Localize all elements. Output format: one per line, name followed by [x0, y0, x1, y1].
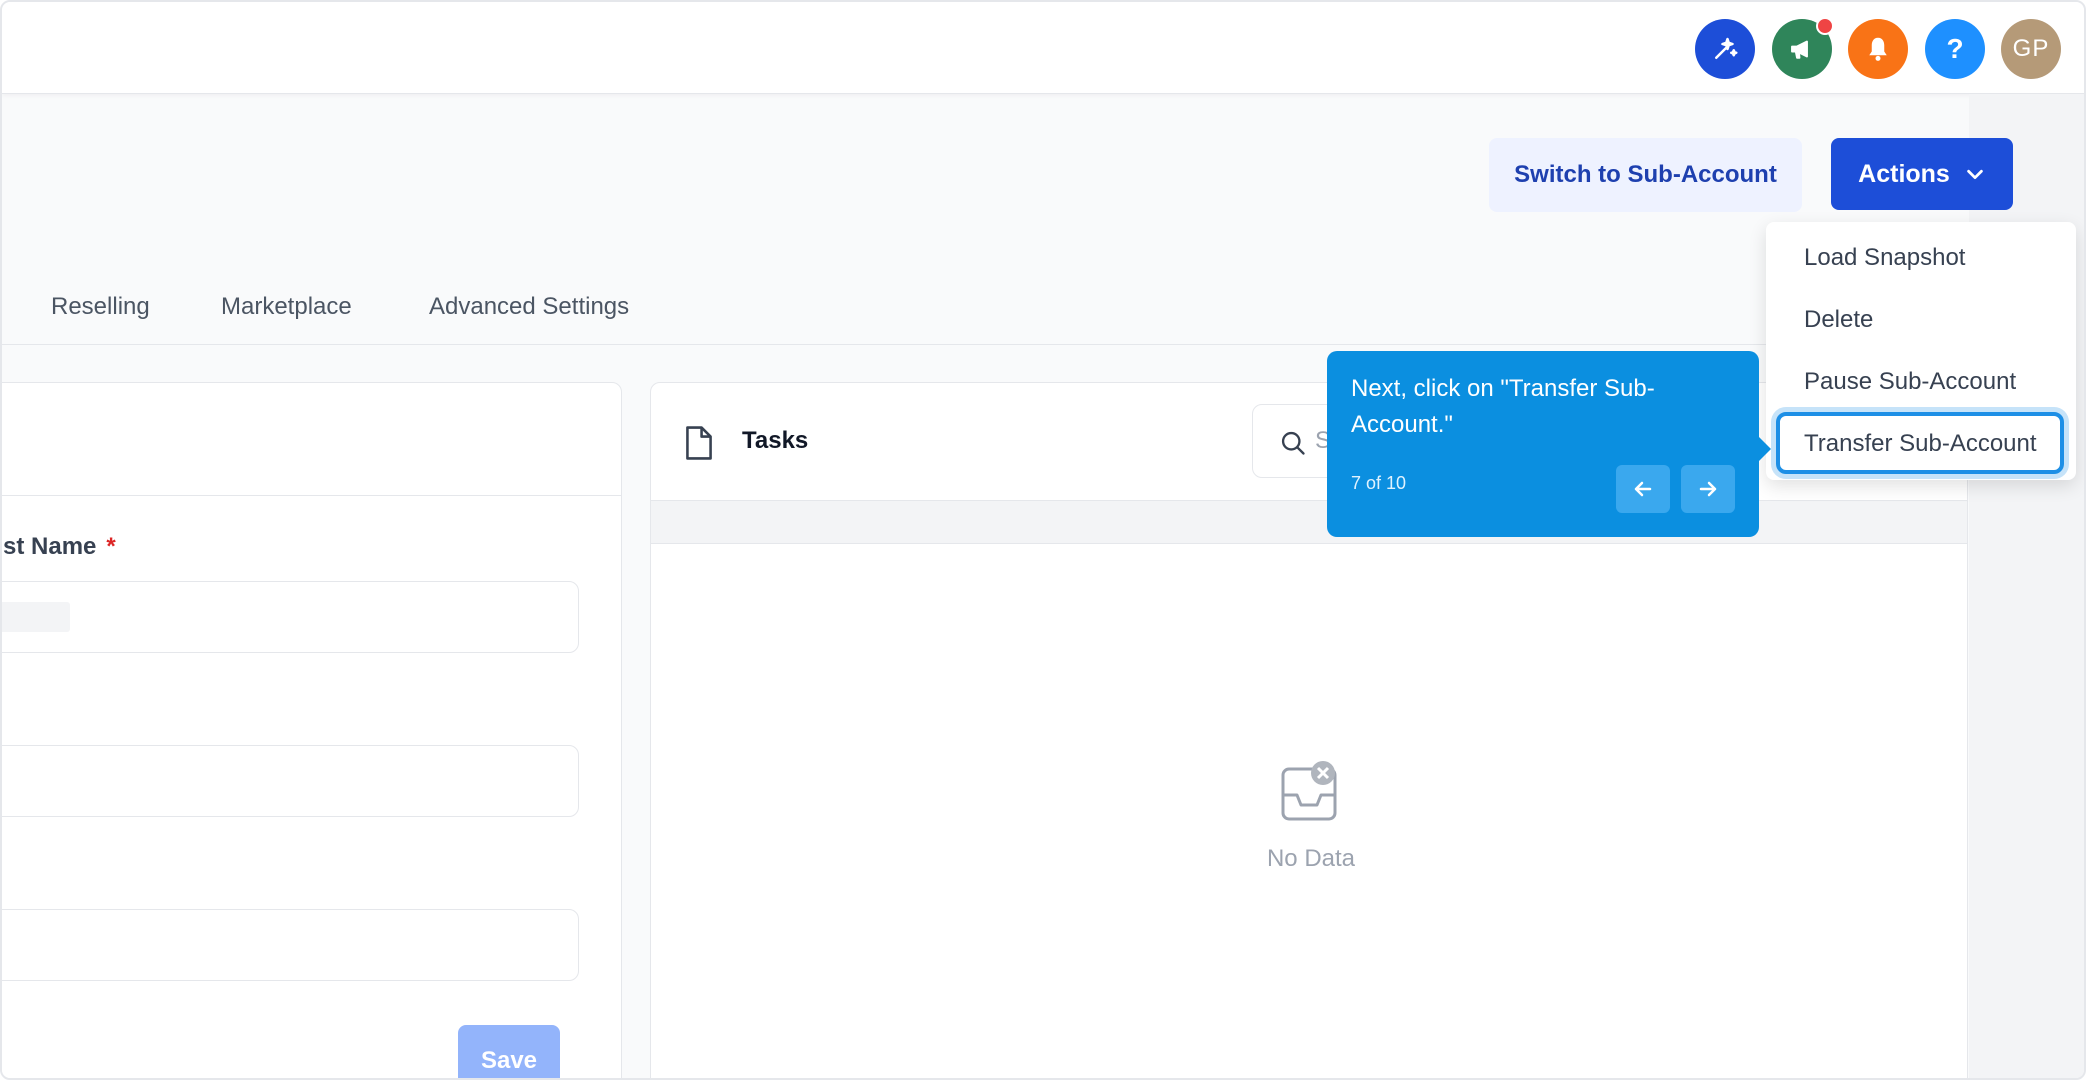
email-field[interactable] [2, 909, 579, 981]
card-divider [2, 495, 621, 496]
tooltip-next-button[interactable] [1681, 465, 1735, 513]
field-label-text: st Name [3, 533, 97, 560]
no-data-text: No Data [1266, 845, 1356, 872]
tabs-divider [2, 344, 1969, 345]
bell-icon[interactable] [1848, 19, 1908, 79]
tasks-card: Tasks S No Data [650, 382, 1968, 1078]
tab-reselling[interactable]: Reselling [51, 293, 150, 321]
menu-item-delete[interactable]: Delete [1804, 306, 1873, 334]
save-label: Save [480, 1047, 538, 1074]
last-name-field[interactable] [2, 745, 579, 817]
menu-item-transfer-sub-account[interactable]: Transfer Sub-Account [1804, 430, 2037, 458]
walkthrough-tooltip: Next, click on "Transfer Sub-Account." 7… [1327, 351, 1771, 537]
help-icon[interactable]: ? [1925, 19, 1985, 79]
switch-to-sub-account-button[interactable]: Switch to Sub-Account [1489, 138, 1802, 212]
tooltip-step-counter: 7 of 10 [1351, 473, 1407, 493]
arrow-right-icon [1699, 481, 1717, 497]
tasks-title: Tasks [742, 427, 809, 454]
arrow-left-icon [1634, 481, 1652, 497]
avatar-initials: GP [2012, 35, 2050, 62]
tab-advanced-settings[interactable]: Advanced Settings [429, 293, 629, 321]
magic-sparkle-icon[interactable] [1695, 19, 1755, 79]
avatar[interactable]: GP [2001, 19, 2061, 79]
document-icon [686, 426, 712, 460]
chevron-down-icon [1967, 169, 1983, 180]
first-name-field[interactable] [2, 581, 579, 653]
save-button[interactable]: Save [458, 1025, 560, 1078]
tooltip-prev-button[interactable] [1616, 465, 1670, 513]
app-window: ? GP Switch to Sub-Account Actions Resel… [0, 0, 2086, 1080]
profile-form-card: st Name * Save [2, 382, 622, 1078]
redacted-value [2, 602, 70, 632]
help-label: ? [1946, 33, 1964, 64]
actions-button[interactable]: Actions [1831, 138, 2013, 210]
actions-label: Actions [1858, 159, 1950, 188]
first-name-label: st Name * [3, 533, 116, 561]
actions-dropdown-menu: Load Snapshot Delete Pause Sub-Account T… [1766, 222, 2076, 480]
tab-marketplace[interactable]: Marketplace [221, 293, 352, 321]
required-mark: * [106, 533, 116, 560]
table-header [651, 500, 1967, 544]
menu-item-pause-sub-account[interactable]: Pause Sub-Account [1804, 368, 2016, 396]
search-icon [1281, 431, 1305, 455]
tooltip-message: Next, click on "Transfer Sub-Account." [1351, 375, 1655, 438]
top-bar: ? GP [2, 2, 2084, 94]
megaphone-icon[interactable] [1772, 17, 1834, 79]
switch-label: Switch to Sub-Account [1514, 161, 1777, 188]
menu-item-load-snapshot[interactable]: Load Snapshot [1804, 244, 1965, 272]
empty-inbox-icon [1281, 761, 1337, 821]
notification-dot [1816, 17, 1834, 35]
